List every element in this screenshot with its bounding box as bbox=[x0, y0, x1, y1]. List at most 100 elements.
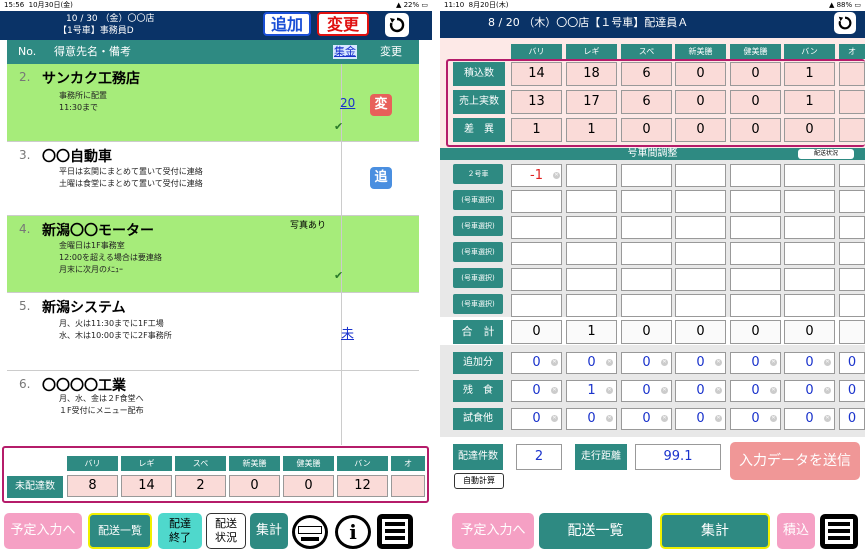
change-badge[interactable]: 変 bbox=[370, 94, 392, 116]
adjust-cell[interactable] bbox=[621, 242, 672, 265]
adjust-cell[interactable] bbox=[566, 164, 617, 187]
car-label[interactable]: ２号車 bbox=[453, 164, 503, 184]
change-button[interactable]: 変更 bbox=[317, 12, 369, 36]
adjust-cell[interactable] bbox=[784, 268, 835, 291]
col-collect[interactable]: 集金 bbox=[333, 45, 357, 59]
delivery-done-button[interactable]: 配達 終了 bbox=[158, 513, 202, 549]
auto-calc-button[interactable]: 自動計算 bbox=[454, 473, 504, 489]
clear-icon[interactable]: ✕ bbox=[770, 387, 777, 394]
delivery-count-input[interactable]: 2 bbox=[516, 444, 562, 470]
adjust-cell[interactable] bbox=[511, 216, 562, 239]
adjust-cell[interactable] bbox=[621, 268, 672, 291]
clear-icon[interactable]: ✕ bbox=[715, 359, 722, 366]
adjust-cell[interactable] bbox=[566, 190, 617, 213]
clear-icon[interactable]: ✕ bbox=[715, 387, 722, 394]
table-row[interactable]: 3. 〇〇自動車 平日は玄関にまとめて置いて受付に連絡 土曜は食堂にまとめて置い… bbox=[7, 142, 419, 216]
car-select[interactable]: (号車選択) bbox=[453, 190, 503, 210]
clear-icon[interactable]: ✕ bbox=[770, 359, 777, 366]
adjust-cell[interactable] bbox=[675, 242, 726, 265]
adjust-cell[interactable] bbox=[730, 216, 781, 239]
table-row[interactable]: 6. 〇〇〇〇工業 月、水、金は２F食堂へ １F受付にメニュー配布 bbox=[7, 371, 419, 445]
adjust-cell[interactable] bbox=[784, 190, 835, 213]
adjust-cell[interactable] bbox=[784, 216, 835, 239]
adjust-cell[interactable] bbox=[675, 216, 726, 239]
clear-icon[interactable]: ✕ bbox=[824, 415, 831, 422]
clear-icon[interactable]: ✕ bbox=[551, 387, 558, 394]
delivery-list-button[interactable]: 配送一覧 bbox=[88, 513, 152, 549]
adjust-cell[interactable] bbox=[675, 190, 726, 213]
plan-input-button[interactable]: 予定入力へ bbox=[4, 513, 82, 549]
extra-input[interactable]: 0 bbox=[839, 352, 865, 374]
clear-icon[interactable]: ✕ bbox=[606, 387, 613, 394]
adjust-cell[interactable] bbox=[511, 190, 562, 213]
clear-icon[interactable]: ✕ bbox=[715, 415, 722, 422]
car-select[interactable]: (号車選択) bbox=[453, 268, 503, 288]
info-icon[interactable]: i bbox=[335, 515, 371, 549]
adjust-cell[interactable] bbox=[730, 294, 781, 317]
adjust-cell[interactable] bbox=[511, 242, 562, 265]
adjust-cell[interactable] bbox=[511, 294, 562, 317]
adjust-cell[interactable] bbox=[784, 164, 835, 187]
adjust-cell[interactable] bbox=[839, 216, 865, 239]
car-select[interactable]: (号車選択) bbox=[453, 216, 503, 236]
adjust-cell[interactable] bbox=[621, 216, 672, 239]
adjust-cell[interactable] bbox=[839, 190, 865, 213]
extra-input[interactable]: 0 bbox=[839, 380, 865, 402]
clear-icon[interactable]: ✕ bbox=[661, 359, 668, 366]
adjust-cell[interactable] bbox=[730, 242, 781, 265]
clear-icon[interactable]: ✕ bbox=[553, 172, 560, 179]
add-button[interactable]: 追加 bbox=[263, 12, 311, 36]
adjust-cell[interactable] bbox=[566, 294, 617, 317]
distance-input[interactable]: 99.1 bbox=[635, 444, 721, 470]
car-select[interactable]: (号車選択) bbox=[453, 294, 503, 314]
delivery-list-button[interactable]: 配送一覧 bbox=[539, 513, 652, 549]
refresh-button[interactable] bbox=[834, 12, 856, 34]
total-button[interactable]: 集計 bbox=[660, 513, 770, 549]
adjust-cell[interactable] bbox=[621, 294, 672, 317]
clear-icon[interactable]: ✕ bbox=[770, 415, 777, 422]
collect-link[interactable]: 20 bbox=[340, 96, 355, 110]
delivery-status-button[interactable]: 配送 状況 bbox=[206, 513, 246, 549]
car-select[interactable]: (号車選択) bbox=[453, 242, 503, 262]
clear-icon[interactable]: ✕ bbox=[824, 387, 831, 394]
adjust-cell[interactable] bbox=[566, 242, 617, 265]
adjust-cell[interactable] bbox=[511, 268, 562, 291]
delivery-status-button[interactable]: 配送状況 bbox=[798, 149, 854, 159]
meter-icon[interactable] bbox=[292, 515, 328, 549]
clear-icon[interactable]: ✕ bbox=[824, 359, 831, 366]
clear-icon[interactable]: ✕ bbox=[551, 415, 558, 422]
refresh-button[interactable] bbox=[385, 13, 409, 37]
clear-icon[interactable]: ✕ bbox=[606, 415, 613, 422]
adjust-cell[interactable] bbox=[839, 268, 865, 291]
adjust-cell[interactable] bbox=[675, 164, 726, 187]
adjust-cell[interactable] bbox=[621, 164, 672, 187]
menu-icon[interactable] bbox=[820, 514, 858, 549]
adjust-cell[interactable] bbox=[566, 216, 617, 239]
adjust-cell[interactable] bbox=[839, 242, 865, 265]
adjust-cell[interactable] bbox=[730, 190, 781, 213]
send-data-button[interactable]: 入力データを送信 bbox=[730, 442, 860, 480]
total-button[interactable]: 集計 bbox=[250, 513, 288, 549]
add-badge[interactable]: 追 bbox=[370, 167, 392, 189]
clear-icon[interactable]: ✕ bbox=[661, 387, 668, 394]
adjust-cell[interactable] bbox=[784, 294, 835, 317]
table-row[interactable]: 2. サンカク工務店 事務所に配置 11:30まで 20 ✔ 変 bbox=[7, 64, 419, 142]
adjust-cell[interactable] bbox=[566, 268, 617, 291]
adjust-cell[interactable] bbox=[621, 190, 672, 213]
adjust-cell[interactable] bbox=[730, 268, 781, 291]
adjust-cell[interactable] bbox=[839, 164, 865, 187]
extra-input[interactable]: 0 bbox=[839, 408, 865, 430]
adjust-cell[interactable] bbox=[839, 294, 865, 317]
clear-icon[interactable]: ✕ bbox=[606, 359, 613, 366]
table-row[interactable]: 4. 新潟〇〇モーター 写真あり 金曜日は1F事務室 12:00を超える場合は要… bbox=[7, 216, 419, 293]
plan-input-button[interactable]: 予定入力へ bbox=[452, 513, 534, 549]
load-button[interactable]: 積込 bbox=[777, 513, 815, 549]
adjust-cell[interactable] bbox=[675, 268, 726, 291]
adjust-cell[interactable] bbox=[675, 294, 726, 317]
clear-icon[interactable]: ✕ bbox=[551, 359, 558, 366]
adjust-cell[interactable] bbox=[784, 242, 835, 265]
menu-icon[interactable] bbox=[377, 514, 413, 549]
table-row[interactable]: 5. 新潟システム 月、火は11:30までに1F工場 水、木は10:00までに2… bbox=[7, 293, 419, 371]
collect-link[interactable]: 未 bbox=[341, 323, 354, 342]
adjust-cell[interactable] bbox=[730, 164, 781, 187]
